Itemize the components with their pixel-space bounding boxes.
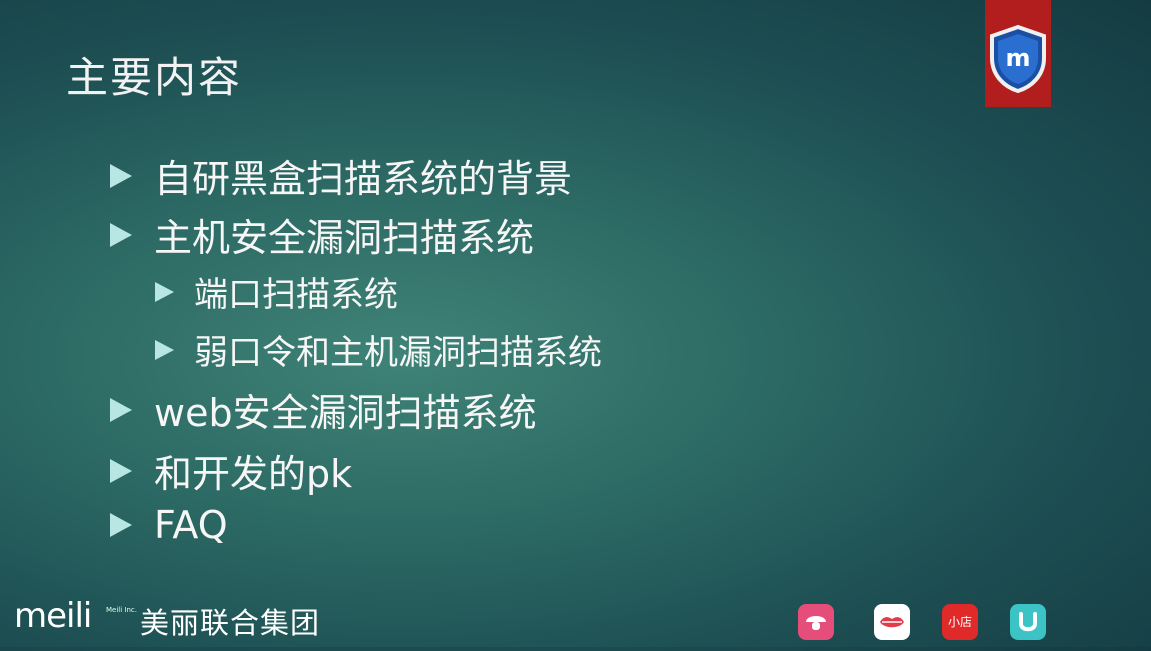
triangle-bullet-icon <box>155 339 174 360</box>
triangle-bullet-icon <box>110 222 132 247</box>
triangle-bullet-icon <box>110 513 132 537</box>
bullet-text: FAQ <box>154 503 228 547</box>
bullet-item: 自研黑盒扫描系统的背景 <box>110 148 572 203</box>
bullet-text: 和开发的pk <box>154 452 353 496</box>
slide-title: 主要内容 <box>66 53 243 102</box>
u-letter-icon <box>1019 612 1037 632</box>
triangle-bullet-icon <box>110 458 132 483</box>
shield-icon: m <box>990 24 1046 94</box>
xiaodian-app-icon: 小店 <box>942 604 978 640</box>
meili-logo-small-text: Meili Inc. <box>106 606 137 614</box>
meili-badge: m <box>985 0 1051 107</box>
lips-icon <box>880 617 904 628</box>
triangle-bullet-icon <box>110 397 132 422</box>
bullet-text: 端口扫描系统 <box>194 275 398 315</box>
mogujie-app-icon <box>798 604 834 640</box>
sub-bullet-item: 端口扫描系统 <box>155 267 398 316</box>
badge-letter: m <box>1005 44 1030 72</box>
triangle-bullet-icon <box>155 281 174 302</box>
mushroom-icon <box>806 616 826 630</box>
bullet-text: 自研黑盒扫描系统的背景 <box>154 157 573 201</box>
company-name: 美丽联合集团 <box>140 606 321 640</box>
bullet-text: 弱口令和主机漏洞扫描系统 <box>194 333 602 373</box>
bullet-item: FAQ <box>110 503 228 547</box>
bullet-item: web安全漏洞扫描系统 <box>110 382 537 437</box>
bullet-item: 和开发的pk <box>110 443 352 498</box>
bullet-item: 主机安全漏洞扫描系统 <box>110 207 534 262</box>
slide: 主要内容 m 自研黑盒扫描系统的背景 主机安全漏洞扫描系统 端口扫描系统 弱口令… <box>0 0 1151 647</box>
sub-bullet-item: 弱口令和主机漏洞扫描系统 <box>155 325 602 374</box>
bullet-text: web安全漏洞扫描系统 <box>154 391 537 435</box>
meilishuo-app-icon <box>874 604 910 640</box>
uni-app-icon <box>1010 604 1046 640</box>
triangle-bullet-icon <box>110 163 132 188</box>
meili-logo: meili <box>14 596 92 636</box>
bullet-text: 主机安全漏洞扫描系统 <box>154 216 535 260</box>
